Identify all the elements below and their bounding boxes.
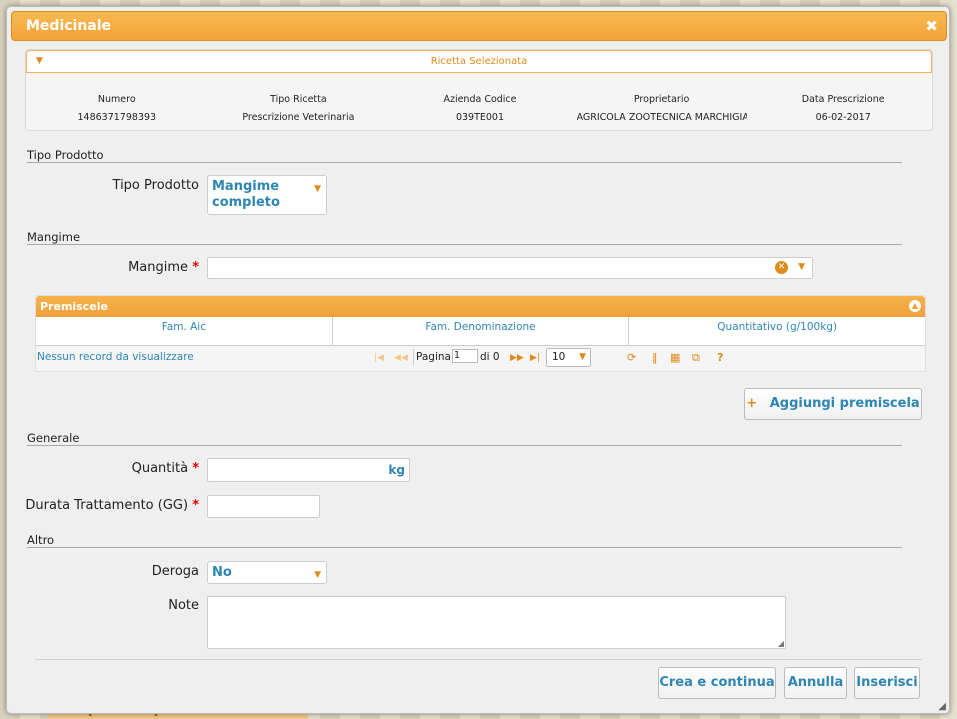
inserisci-button[interactable]: Inserisci	[854, 667, 920, 699]
ricetta-header[interactable]: ▼ Ricetta Selezionata	[26, 50, 932, 73]
ricetta-col-value: 1486371798393	[77, 112, 157, 123]
durata-label: Durata Trattamento (GG) *	[17, 498, 199, 513]
ricetta-col-label: Proprietario	[633, 94, 690, 105]
premiscele-grid-header: Premiscele ▲	[36, 296, 925, 317]
tipo-prodotto-select[interactable]: Mangime completo ▼	[207, 175, 327, 215]
resize-grip-icon[interactable]: ◢	[778, 639, 784, 648]
ricetta-col-azienda: Azienda Codice 039TE001	[389, 94, 571, 123]
deroga-value: No	[212, 565, 232, 580]
mangime-label-text: Mangime	[128, 260, 189, 275]
ricetta-col-label: Data Prescrizione	[801, 94, 885, 105]
ricetta-col-proprietario: Proprietario AGRICOLA ZOOTECNICA MARCHIG…	[571, 94, 753, 123]
help-icon[interactable]: ?	[717, 351, 723, 364]
column-header-quantitativo[interactable]: Quantitativo (g/100kg)	[629, 317, 925, 345]
columns-icon[interactable]: ‖	[652, 351, 658, 364]
ricetta-col-numero: Numero 1486371798393	[26, 94, 208, 123]
quantita-label: Quantità *	[37, 461, 199, 476]
page-label: Pagina	[416, 351, 451, 363]
section-divider	[27, 445, 902, 446]
durata-trattamento-input[interactable]	[207, 495, 320, 518]
premiscele-column-headers: Fam. Aic Fam. Denominazione Quantitativo…	[36, 317, 925, 346]
page-number-input[interactable]: 1	[452, 349, 478, 363]
ricetta-col-value: 039TE001	[455, 112, 505, 123]
next-page-icon[interactable]: ▶▶	[510, 353, 524, 363]
section-title-altro: Altro	[27, 533, 55, 547]
chevron-down-icon: ▼	[314, 184, 321, 194]
first-page-icon[interactable]: |◀	[374, 353, 384, 363]
collapse-up-icon[interactable]: ▲	[909, 300, 921, 312]
section-divider	[27, 162, 902, 163]
annulla-button[interactable]: Annulla	[784, 667, 847, 699]
section-title-mangime: Mangime	[27, 230, 81, 244]
last-page-icon[interactable]: ▶|	[530, 353, 540, 363]
tipo-prodotto-label: Tipo Prodotto	[112, 178, 199, 193]
section-title-tipo-prodotto: Tipo Prodotto	[27, 148, 104, 162]
premiscele-grid: Premiscele ▲ Fam. Aic Fam. Denominazione…	[35, 295, 926, 372]
dialog-resize-grip-icon[interactable]: ◢	[938, 701, 946, 712]
ricetta-col-value: AGRICOLA ZOOTECNICA MARCHIGIANA	[576, 112, 747, 123]
mangime-combobox[interactable]: ✕ ▼	[207, 257, 813, 279]
table-icon[interactable]: ▦	[670, 351, 680, 364]
ricetta-header-label: Ricetta Selezionata	[430, 56, 528, 67]
chevron-down-icon: ▼	[314, 570, 321, 580]
footer-divider	[35, 659, 922, 660]
collapse-triangle-icon[interactable]: ▼	[36, 51, 43, 72]
ricetta-panel: ▼ Ricetta Selezionata Numero 14863717983…	[25, 49, 933, 131]
note-label: Note	[168, 598, 199, 613]
quantita-input[interactable]: kg	[207, 458, 410, 482]
required-marker: *	[192, 260, 199, 275]
ricetta-col-value: Prescrizione Veterinaria	[242, 112, 355, 123]
empty-records-text: Nessun record da visualizzare	[37, 351, 194, 363]
dialog-title: Medicinale	[26, 18, 112, 34]
durata-label-text: Durata Trattamento (GG)	[25, 498, 189, 513]
chevron-down-icon[interactable]: ▼	[798, 262, 805, 272]
plus-icon: +	[746, 396, 758, 411]
quantita-label-text: Quantità	[131, 461, 189, 476]
section-title-generale: Generale	[27, 431, 80, 445]
section-divider	[27, 547, 902, 548]
column-header-fam-denominazione[interactable]: Fam. Denominazione	[333, 317, 630, 345]
page-size-value: 10	[552, 351, 566, 363]
page-size-select[interactable]: 10 ▼	[546, 348, 591, 367]
deroga-label: Deroga	[151, 564, 199, 579]
prev-page-icon[interactable]: ◀◀	[394, 353, 408, 363]
column-header-fam-aic[interactable]: Fam. Aic	[36, 317, 333, 345]
clear-icon[interactable]: ✕	[775, 261, 788, 274]
section-divider	[27, 244, 902, 245]
add-premiscela-label: Aggiungi premiscela	[769, 396, 920, 411]
ricetta-col-label: Azienda Codice	[443, 94, 517, 105]
ricetta-col-label: Tipo Ricetta	[270, 94, 327, 105]
medicinale-dialog: Medicinale ✖ ▼ Ricetta Selezionata Numer…	[6, 6, 950, 714]
ricetta-col-data: Data Prescrizione 06-02-2017	[752, 94, 934, 123]
chevron-down-icon: ▼	[579, 352, 586, 362]
ricetta-col-value: 06-02-2017	[815, 112, 871, 123]
ricetta-col-tipo: Tipo Ricetta Prescrizione Veterinaria	[208, 94, 390, 123]
dialog-titlebar[interactable]: Medicinale ✖	[11, 11, 947, 41]
export-icon[interactable]: ⧉	[692, 351, 700, 365]
close-icon[interactable]: ✖	[925, 12, 938, 40]
crea-e-continua-button[interactable]: Crea e continua	[658, 667, 776, 699]
tipo-prodotto-value-line1: Mangime	[212, 179, 280, 194]
ricetta-columns: Numero 1486371798393 Tipo Ricetta Prescr…	[26, 94, 934, 123]
page-of-label: di 0	[480, 351, 500, 363]
premiscele-title: Premiscele	[40, 300, 108, 313]
premiscele-pager: Nessun record da visualizzare |◀ ◀◀ Pagi…	[36, 346, 925, 370]
tipo-prodotto-value-line2: completo	[212, 195, 280, 210]
required-marker: *	[192, 461, 199, 476]
deroga-select[interactable]: No ▼	[207, 561, 327, 584]
mangime-label: Mangime *	[67, 260, 199, 275]
refresh-icon[interactable]: ⟳	[627, 351, 636, 364]
pager-separator	[413, 349, 414, 365]
required-marker: *	[192, 498, 199, 513]
add-premiscela-button[interactable]: + Aggiungi premiscela	[744, 388, 922, 420]
quantita-unit: kg	[388, 463, 405, 477]
ricetta-col-label: Numero	[97, 94, 136, 105]
note-textarea[interactable]: ◢	[207, 596, 786, 649]
